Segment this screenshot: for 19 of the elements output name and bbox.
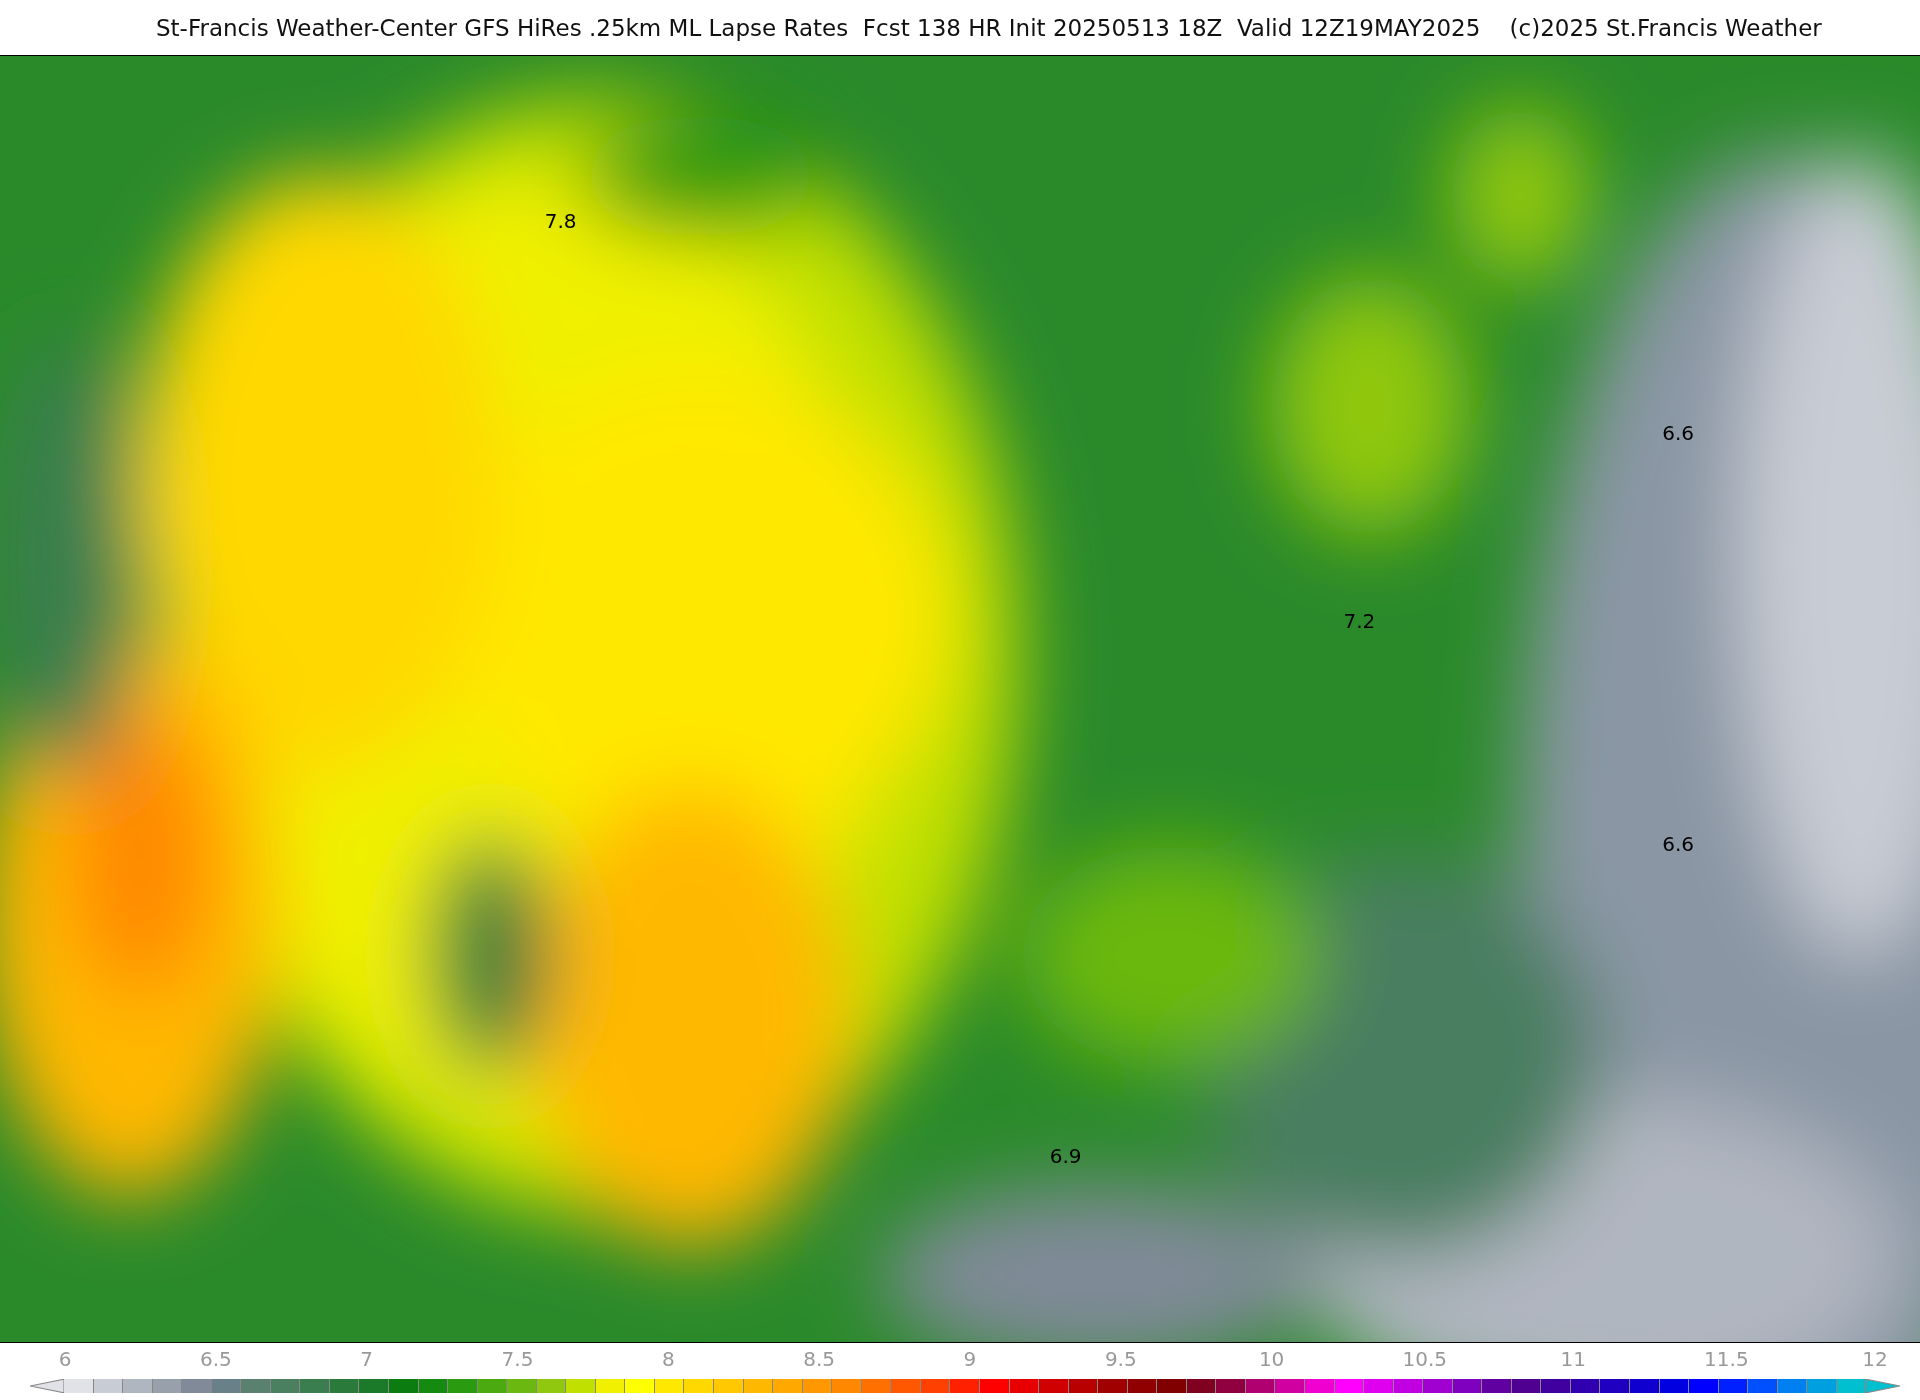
contour-label: 6.6 [1662,832,1694,857]
colorbar-end-icon [30,1379,64,1393]
contour-label: 7.2 [1343,608,1376,633]
colorbar-tick-label: 7 [359,1347,374,1371]
colorbar-tick-label: 8.5 [802,1347,837,1371]
contour-label: 6.9 [1049,1143,1082,1168]
colorbar-tick-label: 11.5 [1704,1347,1745,1371]
colorbar-tick-label: 7.5 [500,1347,535,1371]
colorbar-tick-label: 8 [660,1347,676,1371]
colorbar-tick-label: 9 [962,1347,978,1371]
colorbar-tick-label: 9.5 [1103,1347,1138,1371]
colorbar-tick-label: 11 [1559,1347,1587,1371]
contour-label: 6.6 [1662,420,1694,445]
colorbar-tick-label: 6 [57,1347,73,1371]
colorbar-end-icon [1866,1379,1900,1393]
colorbar-tick-label: 6.5 [198,1347,233,1371]
colorbar-tick-label: 10 [1257,1347,1286,1371]
contour-label: 7.8 [544,208,577,233]
colorbar-tick-label: 12 [1861,1347,1889,1371]
